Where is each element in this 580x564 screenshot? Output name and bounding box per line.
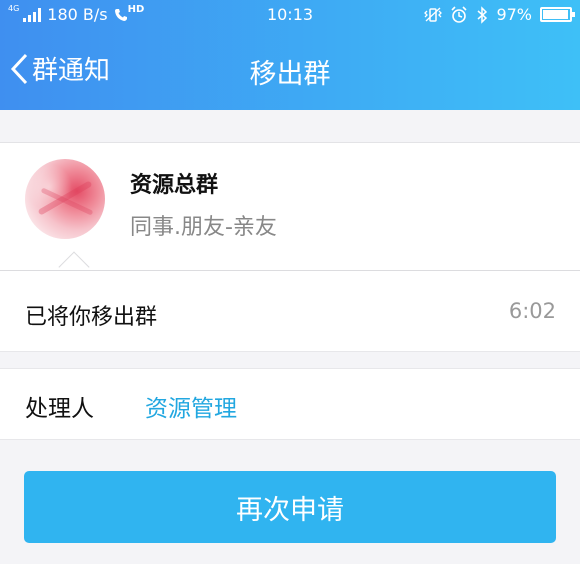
- handler-name-link[interactable]: 资源管理: [145, 389, 237, 423]
- group-card[interactable]: 资源总群 同事.朋友-亲友: [0, 142, 580, 270]
- status-bar: 4G 180 B/s HD 10:13 97%: [0, 0, 580, 30]
- group-subtitle: 同事.朋友-亲友: [130, 215, 277, 240]
- nav-bar: 群通知 移出群: [0, 30, 580, 110]
- vibrate-icon: [424, 7, 443, 22]
- battery-icon: [540, 7, 575, 22]
- battery-percent: 97%: [496, 5, 532, 24]
- battery-fill: [543, 10, 569, 19]
- message-time: 6:02: [508, 299, 556, 323]
- page-title: 移出群: [249, 59, 331, 90]
- reapply-button[interactable]: 再次申请: [24, 471, 556, 543]
- app-header: 4G 180 B/s HD 10:13 97% 群通知 移出群: [0, 0, 580, 110]
- handler-row: 处理人 资源管理: [0, 368, 580, 440]
- group-name: 资源总群: [130, 173, 219, 198]
- notification-message: 已将你移出群 6:02: [0, 270, 580, 352]
- message-text: 已将你移出群: [25, 305, 158, 330]
- group-avatar[interactable]: [25, 159, 105, 239]
- handler-label: 处理人: [25, 396, 94, 422]
- bluetooth-icon: [477, 5, 488, 24]
- alarm-icon: [451, 5, 468, 23]
- status-right: 97%: [424, 5, 575, 24]
